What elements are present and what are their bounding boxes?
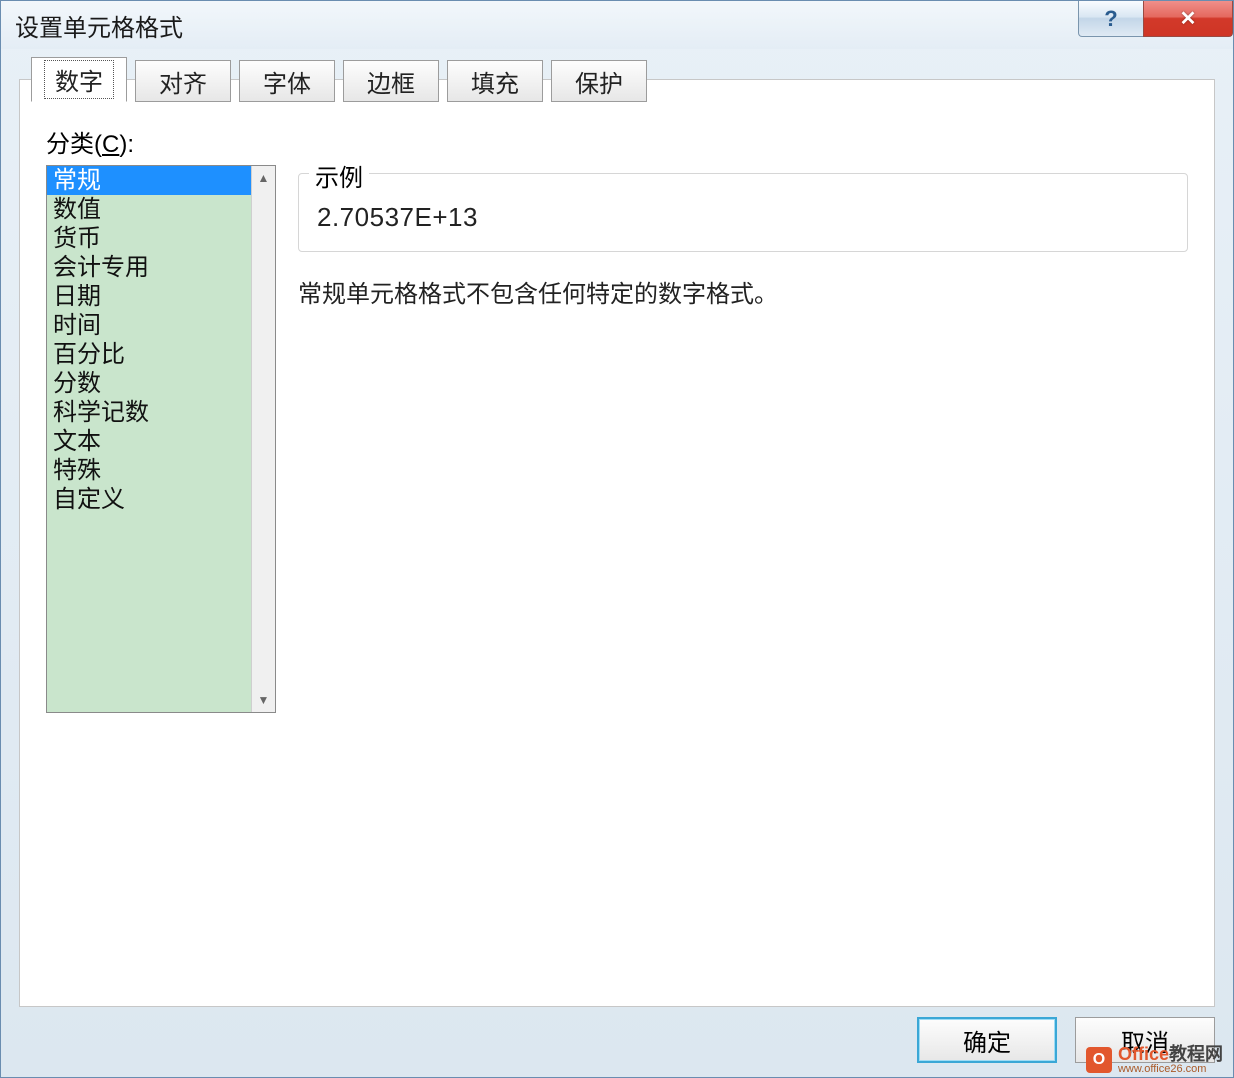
scroll-down-icon[interactable]: ▼ [252,688,275,712]
tab-fill[interactable]: 填充 [447,60,543,102]
dialog-title: 设置单元格格式 [15,8,183,43]
help-button[interactable]: ? [1078,1,1144,37]
sample-legend: 示例 [309,158,369,193]
list-item[interactable]: 百分比 [47,340,251,369]
list-item[interactable]: 自定义 [47,485,251,514]
tab-label: 保护 [575,64,623,99]
detail-pane: 示例 2.70537E+13 常规单元格格式不包含任何特定的数字格式。 [298,165,1188,980]
window-buttons: ? ✕ [1079,1,1233,37]
watermark-brand: Office [1118,1044,1169,1064]
tab-label: 对齐 [159,64,207,99]
list-item[interactable]: 科学记数 [47,398,251,427]
category-label: 分类(C): [46,124,1188,159]
format-cells-dialog: 设置单元格格式 ? ✕ 数字 对齐 字体 边框 填充 保护 分类(C): 常规 [0,0,1234,1078]
ok-button[interactable]: 确定 [917,1017,1057,1063]
watermark-suffix: 教程网 [1169,1044,1223,1064]
scroll-up-icon[interactable]: ▲ [252,166,275,190]
tab-number[interactable]: 数字 [31,57,127,102]
tab-protection[interactable]: 保护 [551,60,647,102]
sample-fieldset: 示例 2.70537E+13 [298,173,1188,252]
scrollbar[interactable]: ▲ ▼ [251,166,275,712]
tab-border[interactable]: 边框 [343,60,439,102]
titlebar[interactable]: 设置单元格格式 ? ✕ [1,1,1233,49]
format-description: 常规单元格格式不包含任何特定的数字格式。 [298,274,1188,309]
list-item[interactable]: 日期 [47,282,251,311]
list-item[interactable]: 数值 [47,195,251,224]
category-listbox[interactable]: 常规 数值 货币 会计专用 日期 时间 百分比 分数 科学记数 文本 特殊 自定… [46,165,276,713]
list-item[interactable]: 货币 [47,224,251,253]
list-item[interactable]: 常规 [47,166,251,195]
category-list[interactable]: 常规 数值 货币 会计专用 日期 时间 百分比 分数 科学记数 文本 特殊 自定… [47,166,251,712]
tab-label: 字体 [263,64,311,99]
sample-value: 2.70537E+13 [317,202,1169,233]
list-item[interactable]: 特殊 [47,456,251,485]
list-item[interactable]: 文本 [47,427,251,456]
close-button[interactable]: ✕ [1143,1,1233,37]
list-item[interactable]: 时间 [47,311,251,340]
tab-content: 分类(C): 常规 数值 货币 会计专用 日期 时间 百分比 分数 科学记数 文… [19,79,1215,1007]
tab-strip: 数字 对齐 字体 边框 填充 保护 [31,57,655,102]
watermark-badge-icon: O [1086,1047,1112,1073]
watermark-url: www.office26.com [1118,1064,1223,1075]
button-label: 确定 [963,1023,1011,1058]
list-item[interactable]: 会计专用 [47,253,251,282]
tab-alignment[interactable]: 对齐 [135,60,231,102]
close-icon: ✕ [1180,6,1197,31]
tab-label: 填充 [471,64,519,99]
list-item[interactable]: 分数 [47,369,251,398]
tab-label: 边框 [367,64,415,99]
tab-font[interactable]: 字体 [239,60,335,102]
tab-label: 数字 [44,60,114,99]
watermark: O Office教程网 www.office26.com [1086,1045,1223,1075]
help-icon: ? [1104,6,1117,32]
